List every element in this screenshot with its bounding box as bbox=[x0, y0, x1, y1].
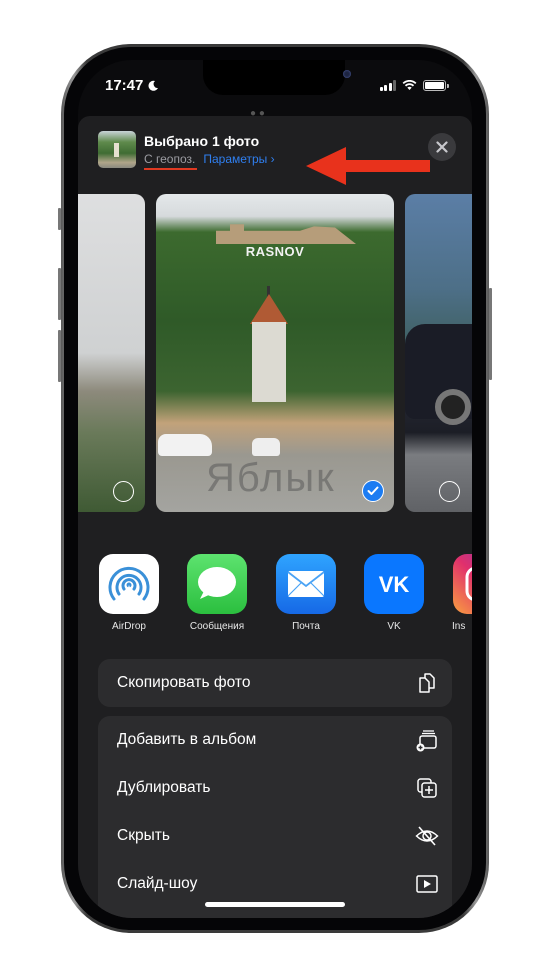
photo-previous[interactable] bbox=[78, 194, 145, 512]
share-app-airdrop[interactable]: AirDrop bbox=[98, 554, 160, 632]
front-camera bbox=[343, 70, 351, 78]
checkmark-icon bbox=[367, 486, 379, 495]
svg-text:VK: VK bbox=[379, 572, 410, 597]
notch bbox=[203, 60, 351, 95]
action-label: Дублировать bbox=[117, 779, 211, 796]
car-on-street bbox=[252, 438, 280, 456]
photo-next[interactable] bbox=[405, 194, 472, 512]
copy-icon bbox=[419, 673, 435, 693]
options-link-label: Параметры bbox=[203, 152, 268, 166]
share-app-vk[interactable]: VK VK bbox=[363, 554, 425, 632]
duplicate-icon bbox=[417, 778, 437, 798]
action-label: Добавить в альбом bbox=[117, 731, 257, 748]
car-wheel bbox=[435, 389, 471, 425]
close-icon bbox=[436, 141, 448, 153]
action-duplicate[interactable]: Дублировать bbox=[98, 764, 452, 812]
close-button[interactable] bbox=[428, 133, 456, 161]
app-label: Сообщения bbox=[189, 621, 245, 632]
power-button bbox=[489, 288, 492, 380]
photo-carousel[interactable]: RASNOV Яблык bbox=[78, 194, 472, 512]
instagram-icon bbox=[453, 554, 472, 614]
app-label: Ins bbox=[452, 621, 466, 632]
selected-photo-thumbnail bbox=[98, 131, 136, 168]
selection-circle[interactable] bbox=[113, 481, 134, 502]
clock: 17:47 bbox=[105, 77, 144, 94]
cellular-signal-icon bbox=[379, 80, 396, 91]
home-indicator[interactable] bbox=[205, 902, 345, 907]
hide-eye-slash-icon bbox=[415, 826, 439, 846]
photo-selected[interactable]: RASNOV Яблык bbox=[156, 194, 394, 512]
volume-down-button bbox=[58, 330, 61, 382]
slideshow-play-icon bbox=[416, 875, 438, 893]
messages-icon bbox=[187, 554, 247, 614]
add-to-album-icon bbox=[416, 730, 437, 752]
status-time: 17:47 bbox=[105, 77, 159, 94]
geolocation-label: С геопоз. bbox=[144, 152, 198, 170]
castle-shape bbox=[216, 224, 356, 244]
status-icons bbox=[379, 80, 449, 91]
app-share-row: AirDrop Сообщения Почта VK VK Ins bbox=[98, 554, 472, 634]
action-label: Скрыть bbox=[117, 827, 170, 844]
battery-icon bbox=[423, 80, 449, 91]
wifi-icon bbox=[402, 80, 417, 90]
photo-caption-rasnov: RASNOV bbox=[245, 244, 305, 259]
app-label: VK bbox=[387, 621, 401, 632]
action-hide[interactable]: Скрыть bbox=[98, 812, 452, 860]
share-app-instagram[interactable]: Ins bbox=[452, 554, 472, 632]
app-label: Почта bbox=[292, 621, 320, 632]
action-add-to-album[interactable]: Добавить в альбом bbox=[98, 716, 452, 764]
action-copy-photo[interactable]: Скопировать фото bbox=[98, 659, 452, 707]
annotation-arrow-icon bbox=[306, 147, 430, 185]
share-sheet-title: Выбрано 1 фото bbox=[144, 133, 260, 149]
mail-icon bbox=[276, 554, 336, 614]
action-slideshow[interactable]: Слайд-шоу bbox=[98, 860, 452, 908]
church-roof bbox=[250, 294, 288, 324]
church-tower bbox=[252, 322, 286, 402]
action-label: Слайд-шоу bbox=[117, 875, 198, 892]
actions-group-secondary: Добавить в альбом Дублировать Скрыть Сла… bbox=[98, 716, 452, 918]
selection-checkmark[interactable] bbox=[362, 480, 384, 502]
actions-group-primary: Скопировать фото bbox=[98, 659, 452, 707]
share-app-messages[interactable]: Сообщения bbox=[186, 554, 248, 632]
moon-icon bbox=[148, 80, 159, 91]
vk-icon: VK bbox=[364, 554, 424, 614]
action-button bbox=[58, 208, 61, 230]
watermark: Яблык bbox=[206, 456, 336, 500]
chevron-right-icon: › bbox=[270, 152, 275, 166]
share-sheet-subtitle: С геопоз. Параметры › bbox=[144, 152, 275, 170]
options-link[interactable]: Параметры › bbox=[203, 152, 274, 166]
action-label: Скопировать фото bbox=[117, 674, 251, 691]
app-label: AirDrop bbox=[112, 621, 146, 632]
white-car bbox=[158, 434, 212, 456]
share-app-mail[interactable]: Почта bbox=[275, 554, 337, 632]
share-sheet-header: Выбрано 1 фото С геопоз. Параметры › bbox=[98, 131, 456, 185]
selection-circle[interactable] bbox=[439, 481, 460, 502]
share-sheet: Выбрано 1 фото С геопоз. Параметры › RAS… bbox=[78, 116, 472, 918]
airdrop-icon bbox=[99, 554, 159, 614]
volume-up-button bbox=[58, 268, 61, 320]
phone-screen: 17:47 ● ● Выбрано 1 фото С геопоз. Парам… bbox=[78, 60, 472, 918]
